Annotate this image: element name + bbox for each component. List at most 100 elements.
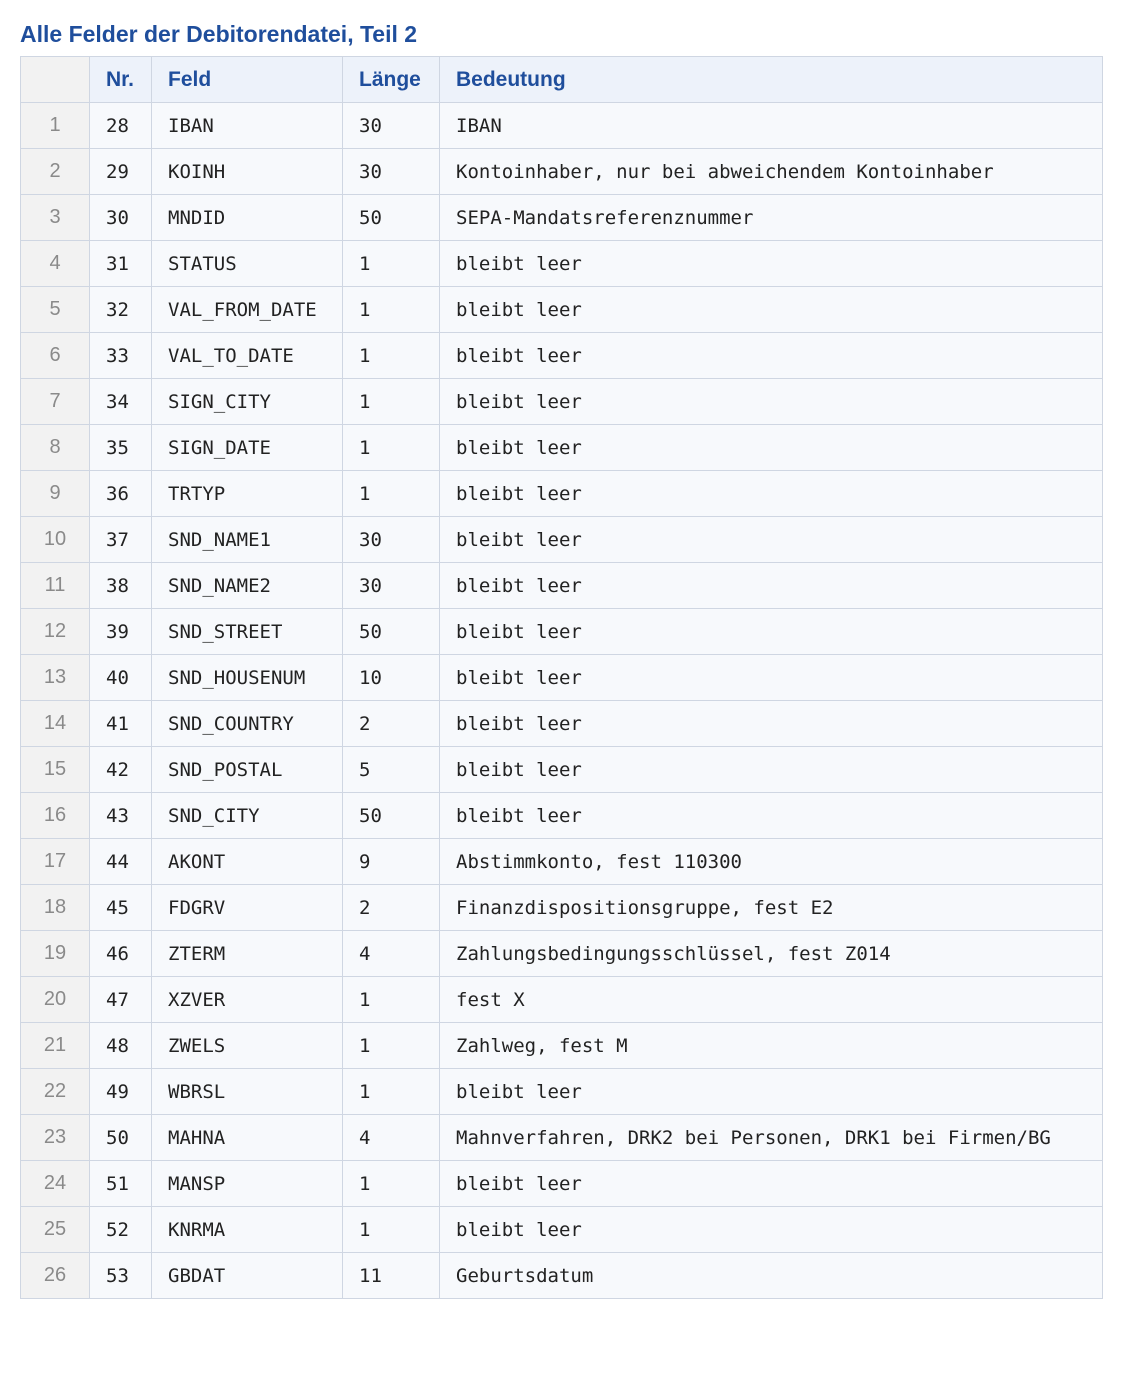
cell-bedeutung: bleibt leer	[439, 240, 1103, 287]
cell-nr: 44	[89, 838, 152, 885]
table-row: 5 32 VAL_FROM_DATE 1 bleibt leer	[20, 286, 1103, 333]
cell-feld: TRTYP	[151, 470, 343, 517]
cell-bedeutung: bleibt leer	[439, 424, 1103, 471]
table-header-row: Nr. Feld Länge Bedeutung	[20, 56, 1103, 103]
cell-feld: IBAN	[151, 102, 343, 149]
row-index: 10	[20, 516, 90, 563]
row-index: 26	[20, 1252, 90, 1299]
table-row: 1 28 IBAN 30 IBAN	[20, 102, 1103, 149]
table-row: 20 47 XZVER 1 fest X	[20, 976, 1103, 1023]
row-index: 4	[20, 240, 90, 287]
table-row: 18 45 FDGRV 2 Finanzdispositionsgruppe, fest…	[20, 884, 1103, 931]
cell-laenge: 1	[342, 1068, 440, 1115]
fields-table: Nr. Feld Länge Bedeutung 1 28 IBAN 30 IBAN 2 2…	[20, 56, 1103, 1299]
cell-laenge: 2	[342, 884, 440, 931]
row-index: 14	[20, 700, 90, 747]
cell-nr: 38	[89, 562, 152, 609]
header-laenge: Länge	[342, 56, 440, 103]
header-nr: Nr.	[89, 56, 152, 103]
cell-feld: SND_COUNTRY	[151, 700, 343, 747]
table-row: 23 50 MAHNA 4 Mahnverfahren, DRK2 bei Person…	[20, 1114, 1103, 1161]
cell-feld: SND_POSTAL	[151, 746, 343, 793]
cell-nr: 47	[89, 976, 152, 1023]
row-index: 15	[20, 746, 90, 793]
row-index: 24	[20, 1160, 90, 1207]
row-index: 6	[20, 332, 90, 379]
header-bedeutung: Bedeutung	[439, 56, 1103, 103]
cell-feld: SND_STREET	[151, 608, 343, 655]
cell-laenge: 50	[342, 792, 440, 839]
cell-bedeutung: Finanzdispositionsgruppe, fest E2	[439, 884, 1103, 931]
cell-bedeutung: bleibt leer	[439, 470, 1103, 517]
cell-bedeutung: bleibt leer	[439, 608, 1103, 655]
cell-bedeutung: bleibt leer	[439, 792, 1103, 839]
cell-laenge: 11	[342, 1252, 440, 1299]
cell-nr: 53	[89, 1252, 152, 1299]
cell-bedeutung: Geburtsdatum	[439, 1252, 1103, 1299]
cell-feld: KNRMA	[151, 1206, 343, 1253]
page-title: Alle Felder der Debitorendatei, Teil 2	[20, 21, 418, 47]
table-row: 14 41 SND_COUNTRY 2 bleibt leer	[20, 700, 1103, 747]
row-index: 7	[20, 378, 90, 425]
cell-feld: VAL_FROM_DATE	[151, 286, 343, 333]
row-index: 5	[20, 286, 90, 333]
cell-laenge: 1	[342, 240, 440, 287]
cell-laenge: 1	[342, 1160, 440, 1207]
cell-feld: SND_NAME2	[151, 562, 343, 609]
cell-laenge: 1	[342, 424, 440, 471]
cell-feld: STATUS	[151, 240, 343, 287]
row-index: 9	[20, 470, 90, 517]
cell-bedeutung: bleibt leer	[439, 746, 1103, 793]
cell-bedeutung: bleibt leer	[439, 654, 1103, 701]
table-row: 17 44 AKONT 9 Abstimmkonto, fest 110300	[20, 838, 1103, 885]
cell-nr: 36	[89, 470, 152, 517]
cell-bedeutung: bleibt leer	[439, 562, 1103, 609]
row-index: 17	[20, 838, 90, 885]
cell-feld: ZWELS	[151, 1022, 343, 1069]
cell-feld: SIGN_CITY	[151, 378, 343, 425]
table-row: 2 29 KOINH 30 Kontoinhaber, nur bei abweiche…	[20, 148, 1103, 195]
cell-feld: MNDID	[151, 194, 343, 241]
cell-feld: SND_CITY	[151, 792, 343, 839]
cell-nr: 49	[89, 1068, 152, 1115]
cell-laenge: 5	[342, 746, 440, 793]
cell-nr: 43	[89, 792, 152, 839]
cell-feld: MANSP	[151, 1160, 343, 1207]
table-row: 3 30 MNDID 50 SEPA-Mandatsreferenznummer	[20, 194, 1103, 241]
table-row: 4 31 STATUS 1 bleibt leer	[20, 240, 1103, 287]
cell-feld: SND_HOUSENUM	[151, 654, 343, 701]
cell-nr: 45	[89, 884, 152, 931]
cell-nr: 37	[89, 516, 152, 563]
row-index: 11	[20, 562, 90, 609]
cell-nr: 42	[89, 746, 152, 793]
cell-nr: 31	[89, 240, 152, 287]
cell-nr: 34	[89, 378, 152, 425]
cell-bedeutung: bleibt leer	[439, 700, 1103, 747]
cell-feld: SND_NAME1	[151, 516, 343, 563]
cell-laenge: 1	[342, 1022, 440, 1069]
header-feld: Feld	[151, 56, 343, 103]
header-index	[20, 56, 90, 103]
cell-laenge: 50	[342, 608, 440, 655]
cell-laenge: 1	[342, 286, 440, 333]
cell-nr: 41	[89, 700, 152, 747]
cell-feld: FDGRV	[151, 884, 343, 931]
table-row: 24 51 MANSP 1 bleibt leer	[20, 1160, 1103, 1207]
cell-nr: 28	[89, 102, 152, 149]
cell-bedeutung: SEPA-Mandatsreferenznummer	[439, 194, 1103, 241]
cell-bedeutung: bleibt leer	[439, 332, 1103, 379]
row-index: 1	[20, 102, 90, 149]
table-row: 26 53 GBDAT 11 Geburtsdatum	[20, 1252, 1103, 1299]
cell-nr: 48	[89, 1022, 152, 1069]
cell-nr: 52	[89, 1206, 152, 1253]
row-index: 21	[20, 1022, 90, 1069]
cell-feld: ZTERM	[151, 930, 343, 977]
cell-nr: 33	[89, 332, 152, 379]
table-row: 22 49 WBRSL 1 bleibt leer	[20, 1068, 1103, 1115]
cell-nr: 50	[89, 1114, 152, 1161]
cell-nr: 40	[89, 654, 152, 701]
row-index: 18	[20, 884, 90, 931]
row-index: 20	[20, 976, 90, 1023]
row-index: 2	[20, 148, 90, 195]
cell-laenge: 30	[342, 102, 440, 149]
